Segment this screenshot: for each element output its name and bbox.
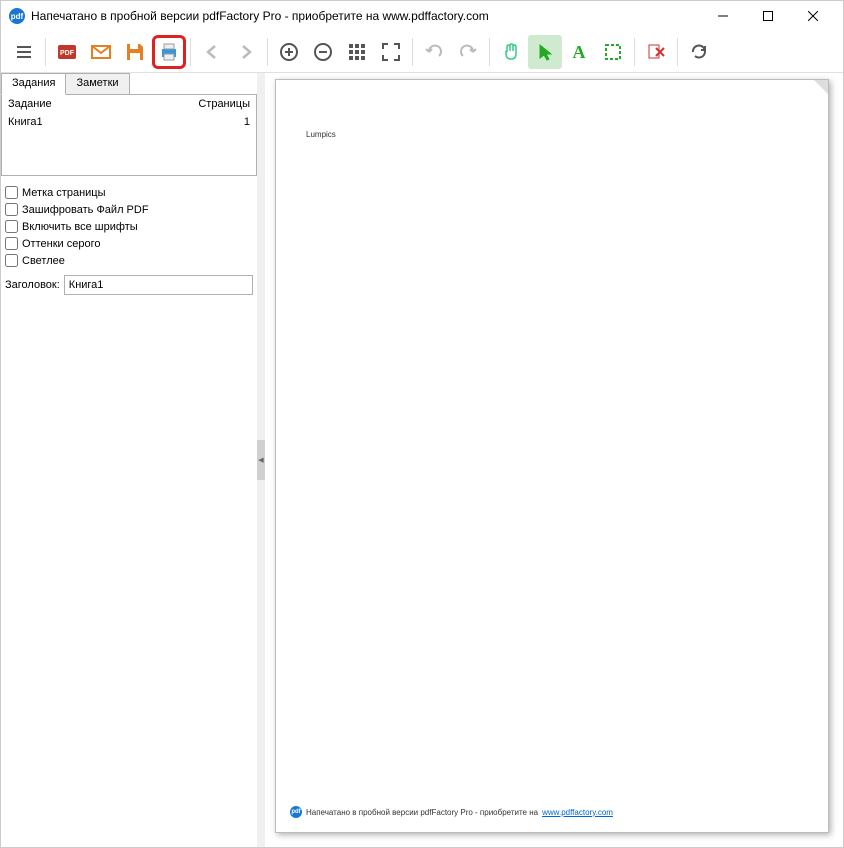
fullscreen-icon xyxy=(382,43,400,61)
job-row[interactable]: Книга1 1 xyxy=(2,113,256,131)
checkbox[interactable] xyxy=(5,203,18,216)
sidebar: Задания Заметки Задание Страницы Книга1 … xyxy=(1,73,257,847)
crop-tool-button[interactable] xyxy=(596,35,630,69)
menu-button[interactable] xyxy=(7,35,41,69)
grid-button[interactable] xyxy=(340,35,374,69)
col-pages: Страницы xyxy=(190,98,250,110)
checkbox[interactable] xyxy=(5,237,18,250)
col-name: Задание xyxy=(8,98,190,110)
page-content: Lumpics xyxy=(276,80,828,189)
separator xyxy=(634,38,635,66)
sidebar-tabs: Задания Заметки xyxy=(1,73,257,95)
tab-notes[interactable]: Заметки xyxy=(66,73,129,95)
opt-fonts[interactable]: Включить все шрифты xyxy=(5,220,253,233)
title-input[interactable] xyxy=(64,275,253,295)
page-preview: Lumpics pdf Напечатано в пробной версии … xyxy=(275,79,829,833)
separator xyxy=(489,38,490,66)
undo-button[interactable] xyxy=(417,35,451,69)
refresh-button[interactable] xyxy=(682,35,716,69)
title-row: Заголовок: xyxy=(1,275,257,295)
window-controls xyxy=(700,2,835,30)
arrow-right-icon xyxy=(236,42,256,62)
refresh-icon xyxy=(689,42,709,62)
back-button[interactable] xyxy=(195,35,229,69)
checkbox[interactable] xyxy=(5,220,18,233)
preview-area[interactable]: Lumpics pdf Напечатано в пробной версии … xyxy=(265,73,843,847)
fullscreen-button[interactable] xyxy=(374,35,408,69)
opt-label: Светлее xyxy=(22,255,65,267)
save-button[interactable] xyxy=(118,35,152,69)
footer-link[interactable]: www.pdffactory.com xyxy=(542,808,613,817)
title-label: Заголовок: xyxy=(5,279,60,291)
menu-icon xyxy=(14,42,34,62)
cursor-icon xyxy=(535,42,555,62)
opt-label: Оттенки серого xyxy=(22,238,100,250)
redo-icon xyxy=(458,42,478,62)
toolbar: PDF A xyxy=(1,31,843,73)
undo-icon xyxy=(424,42,444,62)
email-button[interactable] xyxy=(84,35,118,69)
titlebar: pdf Напечатано в пробной версии pdfFacto… xyxy=(1,1,843,31)
crop-icon xyxy=(603,42,623,62)
job-pages: 1 xyxy=(190,116,250,128)
maximize-button[interactable] xyxy=(745,2,790,30)
grid-icon xyxy=(348,43,366,61)
page-footer: pdf Напечатано в пробной версии pdfFacto… xyxy=(290,806,814,818)
job-list: Задание Страницы Книга1 1 xyxy=(1,94,257,176)
opt-label: Метка страницы xyxy=(22,187,106,199)
print-icon xyxy=(158,41,180,63)
opt-label: Включить все шрифты xyxy=(22,221,138,233)
opt-lighter[interactable]: Светлее xyxy=(5,254,253,267)
svg-text:PDF: PDF xyxy=(60,50,75,57)
options: Метка страницы Зашифровать Файл PDF Вклю… xyxy=(1,186,257,267)
checkbox[interactable] xyxy=(5,254,18,267)
save-icon xyxy=(124,41,146,63)
text-icon: A xyxy=(569,42,589,62)
tab-jobs[interactable]: Задания xyxy=(1,73,66,95)
footer-text: Напечатано в пробной версии pdfFactory P… xyxy=(306,808,538,817)
svg-text:A: A xyxy=(573,42,586,62)
zoom-out-icon xyxy=(313,42,333,62)
opt-label: Зашифровать Файл PDF xyxy=(22,204,149,216)
delete-icon xyxy=(646,42,666,62)
email-icon xyxy=(90,41,112,63)
splitter-handle[interactable] xyxy=(257,440,265,480)
zoom-in-icon xyxy=(279,42,299,62)
pdf-icon: PDF xyxy=(56,41,78,63)
delete-button[interactable] xyxy=(639,35,673,69)
pdf-button[interactable]: PDF xyxy=(50,35,84,69)
hand-icon xyxy=(501,42,521,62)
splitter[interactable] xyxy=(257,73,265,847)
minimize-button[interactable] xyxy=(700,2,745,30)
redo-button[interactable] xyxy=(451,35,485,69)
job-list-header: Задание Страницы xyxy=(2,95,256,113)
page-corner-icon xyxy=(814,80,828,94)
pdf-icon: pdf xyxy=(290,806,302,818)
app-window: pdf Напечатано в пробной версии pdfFacto… xyxy=(0,0,844,848)
separator xyxy=(677,38,678,66)
job-name: Книга1 xyxy=(8,116,190,128)
print-button[interactable] xyxy=(152,35,186,69)
arrow-left-icon xyxy=(202,42,222,62)
zoom-out-button[interactable] xyxy=(306,35,340,69)
forward-button[interactable] xyxy=(229,35,263,69)
zoom-in-button[interactable] xyxy=(272,35,306,69)
opt-grayscale[interactable]: Оттенки серого xyxy=(5,237,253,250)
close-button[interactable] xyxy=(790,2,835,30)
separator xyxy=(190,38,191,66)
checkbox[interactable] xyxy=(5,186,18,199)
text-tool-button[interactable]: A xyxy=(562,35,596,69)
hand-tool-button[interactable] xyxy=(494,35,528,69)
main-area: Задания Заметки Задание Страницы Книга1 … xyxy=(1,73,843,847)
separator xyxy=(267,38,268,66)
opt-page-label[interactable]: Метка страницы xyxy=(5,186,253,199)
select-tool-button[interactable] xyxy=(528,35,562,69)
app-icon: pdf xyxy=(9,8,25,24)
window-title: Напечатано в пробной версии pdfFactory P… xyxy=(31,9,700,23)
separator xyxy=(412,38,413,66)
opt-encrypt[interactable]: Зашифровать Файл PDF xyxy=(5,203,253,216)
separator xyxy=(45,38,46,66)
